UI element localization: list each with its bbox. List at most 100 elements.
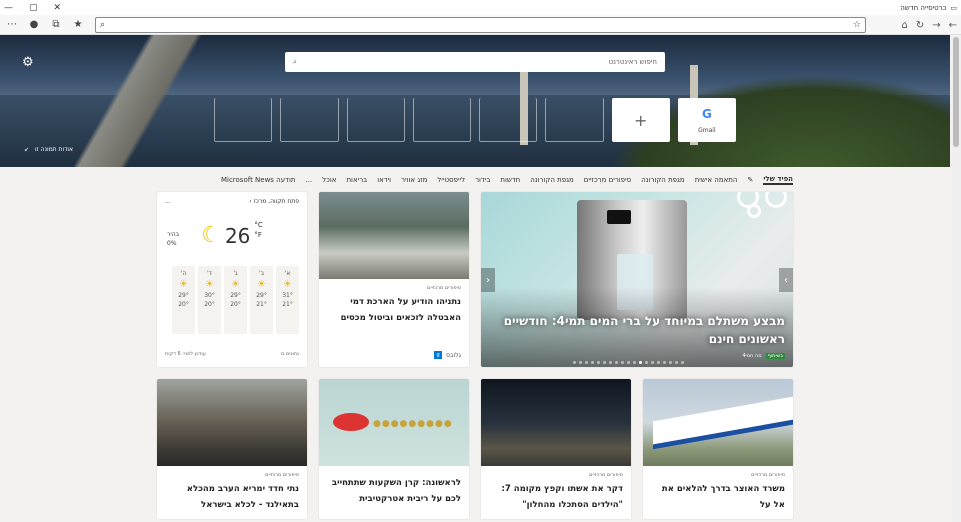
quick-link-empty[interactable] — [280, 98, 339, 142]
quick-link-empty[interactable] — [479, 98, 538, 142]
carousel-dot[interactable] — [633, 361, 636, 364]
tab-top-stories[interactable]: סיפורים מרכזיים — [584, 176, 631, 184]
story-card[interactable]: סיפורים מרכזיים דקר את אשתו וקפץ מקומה 7… — [481, 379, 631, 519]
carousel-dot-active[interactable] — [639, 361, 642, 364]
minimize-button[interactable]: — — [4, 3, 13, 13]
story-card[interactable]: סיפורים מרכזיים משרד האוצר בדרך להלאים א… — [643, 379, 793, 519]
quick-link-empty[interactable] — [346, 98, 405, 142]
quick-link-empty[interactable] — [214, 98, 273, 142]
home-icon[interactable]: ⌂ — [901, 20, 907, 31]
sun-icon: ☀ — [257, 279, 266, 290]
carousel-dot[interactable] — [585, 361, 588, 364]
address-bar[interactable]: ☆ ⌕ — [95, 17, 866, 33]
carousel-dot[interactable] — [669, 361, 672, 364]
settings-gear-icon[interactable]: ⚙ — [22, 55, 34, 70]
weather-card[interactable]: פתח תקווה, מרכז › ... ☾ 26 °C °F בהיר 0% … — [157, 192, 307, 367]
story-title[interactable]: לראשונה: קרן השקעות שתתחייב לכם על ריבית… — [319, 472, 469, 507]
story-card[interactable]: ●●●●●●●●● לראשונה: קרן השקעות שתתחייב לכ… — [319, 379, 469, 519]
story-title[interactable]: נתניהו הודיע על הארכת דמי האבטלה לזכאים … — [319, 291, 469, 326]
story-title[interactable]: משרד האוצר בדרך להלאים את אל על — [643, 478, 793, 513]
story-title[interactable]: דקר את אשתו וקפץ מקומה 7: "הילדים הסתכלו… — [481, 478, 631, 513]
page-scrollbar[interactable] — [951, 35, 961, 522]
google-g-icon: G — [701, 106, 712, 121]
tab-lifestyle[interactable]: לייפסטייל — [437, 176, 465, 184]
quick-link-empty[interactable] — [412, 98, 472, 142]
globes-logo-icon: g — [434, 351, 443, 359]
featured-headline[interactable]: מבצע משתלם במיוחד על ברי המים תמי4: חודש… — [489, 312, 785, 349]
story-title[interactable]: נתי חדד ימריא הערב מהכלא בתאילנד - לכלא … — [157, 478, 307, 513]
window-controls: — ▢ ✕ — [4, 3, 61, 13]
forecast-day[interactable]: ג' ☀ 29° 20° — [224, 266, 247, 334]
profile-icon[interactable]: ● — [26, 17, 42, 33]
weather-more-button[interactable]: ... — [165, 198, 171, 205]
favorite-star-icon[interactable]: ☆ — [853, 20, 861, 30]
tab-corona[interactable]: מגפת הקורונה — [641, 176, 685, 184]
carousel-next-button[interactable]: › — [779, 268, 793, 292]
tab-more[interactable]: ... — [305, 176, 312, 184]
refresh-icon[interactable]: ↻ — [916, 20, 924, 31]
carousel-dot[interactable] — [573, 361, 576, 364]
search-icon[interactable]: ⌕ — [293, 58, 297, 67]
forecast-day[interactable]: א' ☀ 31° 21° — [276, 266, 299, 334]
carousel-dot[interactable] — [579, 361, 582, 364]
collections-icon[interactable]: ⧉ — [48, 17, 64, 33]
pencil-icon[interactable]: ✎ — [747, 176, 753, 184]
featured-story-card[interactable]: ‹ › מבצע משתלם במיוחד על ברי המים תמי4: … — [481, 192, 793, 367]
tab-news[interactable]: חדשות — [500, 176, 520, 184]
carousel-dot[interactable] — [681, 361, 684, 364]
carousel-dot[interactable] — [609, 361, 612, 364]
tab-health[interactable]: בריאות — [346, 176, 367, 184]
forecast-day[interactable]: ד' ☀ 30° 20° — [198, 266, 221, 334]
forecast-day[interactable]: ה' ☀ 29° 20° — [172, 266, 195, 334]
search-input[interactable]: חיפוש ראינטרנט — [609, 58, 657, 66]
more-icon[interactable]: ⋯ — [4, 17, 20, 33]
tab-personalize[interactable]: התאמה אישית — [695, 176, 738, 184]
maximize-button[interactable]: ▢ — [29, 3, 38, 13]
tab-corona-2[interactable]: מגפת הקורונה — [530, 176, 574, 184]
carousel-dot[interactable] — [663, 361, 666, 364]
tab-entertainment[interactable]: בידור — [475, 176, 490, 184]
carousel-dot[interactable] — [621, 361, 624, 364]
carousel-dot[interactable] — [603, 361, 606, 364]
weather-header: פתח תקווה, מרכז › ... — [165, 198, 299, 205]
carousel-prev-button[interactable]: ‹ — [481, 268, 495, 292]
tab-my-feed[interactable]: הפיד שלי — [763, 175, 793, 185]
forecast-day[interactable]: ב' ☀ 29° 21° — [250, 266, 273, 334]
carousel-dot[interactable] — [645, 361, 648, 364]
carousel-dot[interactable] — [597, 361, 600, 364]
weather-units[interactable]: °C °F — [254, 221, 262, 239]
source-name: גלובס — [446, 351, 461, 359]
weather-location[interactable]: פתח תקווה, מרכז › — [249, 198, 299, 205]
carousel-dot[interactable] — [657, 361, 660, 364]
scrollbar-thumb[interactable] — [953, 37, 959, 147]
favorites-bar-icon[interactable]: ★ — [70, 17, 86, 33]
sun-icon: ☀ — [179, 279, 188, 290]
carousel-dot[interactable] — [651, 361, 654, 364]
carousel-dot[interactable] — [675, 361, 678, 364]
sun-icon: ☀ — [231, 279, 240, 290]
story-card[interactable]: סיפורים מרכזיים נתי חדד ימריא הערב מהכלא… — [157, 379, 307, 519]
tab-weather[interactable]: מזג אוויר — [401, 176, 427, 184]
carousel-dot[interactable] — [627, 361, 630, 364]
back-icon[interactable]: ← — [949, 20, 957, 31]
quick-link-empty[interactable] — [545, 98, 604, 142]
weather-forecast: א' ☀ 31° 21° ב' ☀ 29° 21° ג' ☀ 29° 20° ד' ☀ 30° 20° … — [165, 266, 299, 334]
search-icon[interactable]: ⌕ — [100, 20, 105, 30]
carousel-dot[interactable] — [615, 361, 618, 364]
window-title-area: ▭ כרטיסייה חדשה — [900, 4, 957, 12]
quick-link-gmail[interactable]: G Gmail — [677, 98, 736, 142]
web-search-box[interactable]: חיפוש ראינטרנט ⌕ — [285, 52, 665, 72]
close-button[interactable]: ✕ — [54, 3, 62, 13]
carousel-dots — [573, 361, 684, 364]
add-quick-link-button[interactable]: + — [611, 98, 670, 142]
image-info-link[interactable]: ↙ אודות תמונה זו — [24, 146, 73, 153]
forward-icon[interactable]: → — [932, 20, 940, 31]
weather-data-source[interactable]: נתונים מ — [281, 351, 299, 357]
tab-video[interactable]: וידאו — [377, 176, 391, 184]
carousel-dot[interactable] — [591, 361, 594, 364]
title-bar: ▭ כרטיסייה חדשה — ▢ ✕ — [0, 0, 961, 15]
msn-powered-label: תודעה Microsoft News — [220, 176, 296, 184]
featured-source: בשיתוף מה תמי4 — [742, 353, 785, 359]
tab-food[interactable]: אוכל — [322, 176, 336, 184]
story-card[interactable]: סיפורים מרכזיים נתניהו הודיע על הארכת דמ… — [319, 192, 469, 367]
